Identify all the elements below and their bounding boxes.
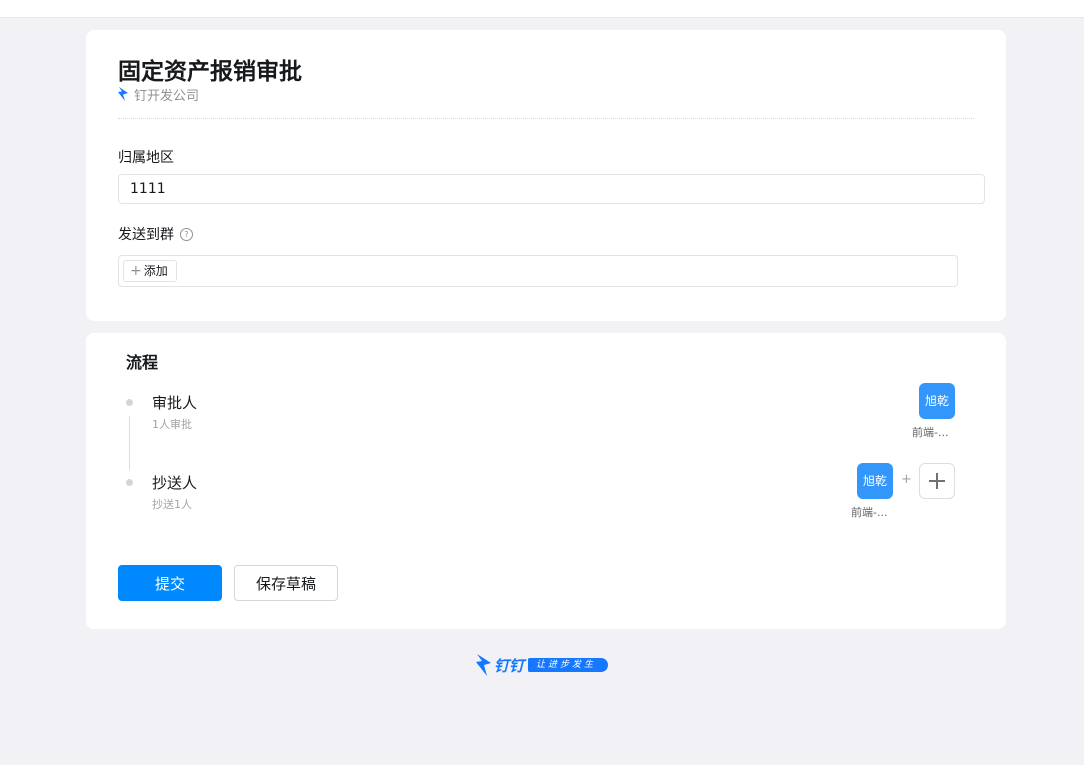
submit-button[interactable]: 提交 [118,565,222,601]
add-group-button[interactable]: + 添加 [123,260,177,282]
add-cc-button[interactable] [919,463,955,499]
header-divider [118,118,974,119]
approver-node-title: 审批人 [152,394,198,412]
footer-logo: 钉钉 让进步发生 [476,653,609,677]
save-draft-button[interactable]: 保存草稿 [234,565,338,601]
region-label-text: 归属地区 [118,150,174,166]
approver-node-dot [126,399,133,406]
group-field-label: 发送到群 ? [118,224,193,244]
flow-card: 流程 审批人 1人审批 旭乾 前端-... 抄送人 抄送1人 旭乾 前端-...… [86,333,1006,629]
question-circle-icon[interactable]: ? [180,227,193,241]
plus-icon: + [130,263,142,279]
page-title: 固定资产报销审批 [118,59,302,85]
footer-brand: 钉钉 [494,656,525,675]
dingtalk-logo-icon [118,87,128,101]
form-card: 固定资产报销审批 钉开发公司 归属地区 1111 发送到群 ? + 添加 [86,30,1006,321]
cc-node-dot [126,479,133,486]
approver-person-name: 前端-... [912,426,949,439]
cc-node-subtitle: 抄送1人 [152,498,192,511]
approver-avatar[interactable]: 旭乾 [919,383,955,419]
group-label-text: 发送到群 [118,227,174,243]
org-line: 钉开发公司 [118,85,200,104]
flow-title: 流程 [126,353,159,372]
top-bar [0,0,1084,18]
cc-person-name: 前端-... [851,506,888,519]
footer-slogan: 让进步发生 [528,658,609,672]
cc-avatar[interactable]: 旭乾 [857,463,893,499]
cc-node-title: 抄送人 [152,474,198,492]
dingtalk-logo-icon [476,654,491,676]
org-name: 钉开发公司 [134,88,200,104]
group-select-box: + 添加 [118,255,958,287]
region-input[interactable]: 1111 [118,174,985,204]
add-group-label: 添加 [143,264,168,278]
region-field-label: 归属地区 [118,147,174,167]
flow-connector-line [129,416,130,470]
plus-separator-icon: + [901,472,912,487]
approver-node-subtitle: 1人审批 [152,418,192,431]
